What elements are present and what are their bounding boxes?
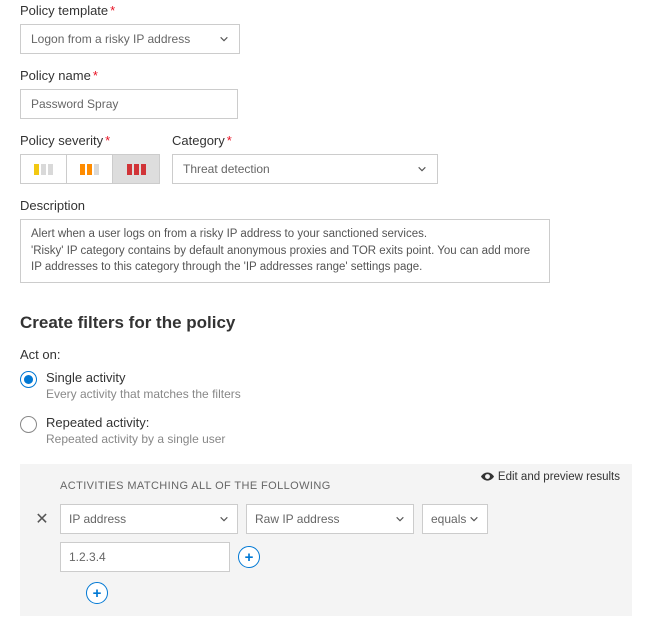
filters-panel: Edit and preview results ACTIVITIES MATC… [20,464,632,616]
policy-name-label: Policy name* [20,68,632,83]
radio-single-label: Single activity [46,370,241,385]
add-value-button[interactable]: + [238,546,260,568]
filter-subfield-select[interactable]: Raw IP address [246,504,414,534]
description-textarea[interactable]: Alert when a user logs on from a risky I… [20,219,550,283]
radio-repeated-activity[interactable]: Repeated activity: Repeated activity by … [20,415,632,446]
severity-toggle [20,154,160,184]
radio-repeated-label: Repeated activity: [46,415,225,430]
filters-section-title: Create filters for the policy [20,313,632,333]
chevron-down-icon [417,164,427,174]
chevron-down-icon [395,514,405,524]
category-select[interactable]: Threat detection [172,154,438,184]
eye-icon [481,470,494,483]
category-value: Threat detection [183,162,270,176]
filter-operator-select[interactable]: equals [422,504,488,534]
radio-single-sub: Every activity that matches the filters [46,387,241,401]
policy-name-input[interactable] [20,89,238,119]
filter-value-input[interactable] [60,542,230,572]
plus-icon: + [93,585,102,602]
category-label: Category* [172,133,438,148]
radio-icon [20,371,37,388]
severity-high-button[interactable] [113,155,159,183]
chevron-down-icon [469,514,479,524]
add-filter-button[interactable]: + [86,582,108,604]
severity-low-button[interactable] [21,155,67,183]
edit-preview-link[interactable]: Edit and preview results [481,470,620,483]
policy-template-label: Policy template* [20,3,632,18]
filter-field-select[interactable]: IP address [60,504,238,534]
chevron-down-icon [219,514,229,524]
severity-medium-button[interactable] [67,155,113,183]
plus-icon: + [245,549,254,566]
radio-single-activity[interactable]: Single activity Every activity that matc… [20,370,632,401]
chevron-down-icon [219,34,229,44]
policy-template-value: Logon from a risky IP address [31,32,190,46]
policy-template-select[interactable]: Logon from a risky IP address [20,24,240,54]
policy-severity-label: Policy severity* [20,133,160,148]
radio-repeated-sub: Repeated activity by a single user [46,432,225,446]
remove-filter-button[interactable]: ✕ [32,509,52,529]
radio-icon [20,416,37,433]
act-on-label: Act on: [20,347,632,362]
description-label: Description [20,198,632,213]
